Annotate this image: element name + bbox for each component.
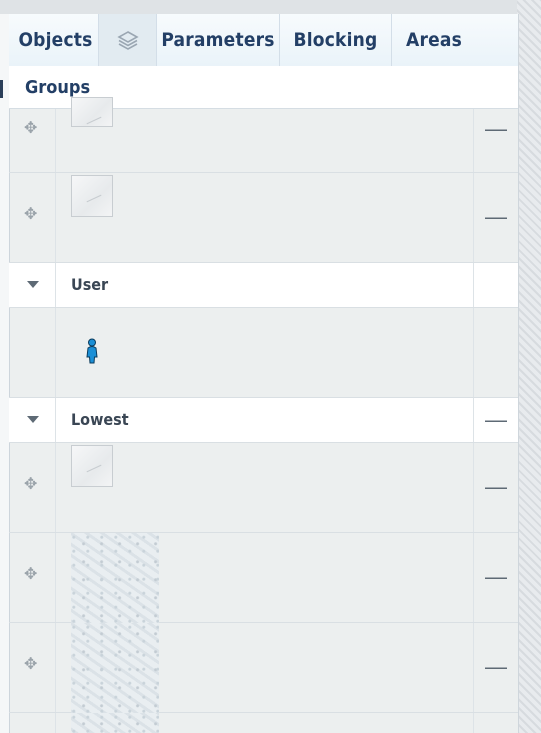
move-handle-icon[interactable]: ✥ bbox=[24, 567, 40, 583]
tab-areas[interactable]: Areas bbox=[392, 14, 476, 66]
move-handle-icon[interactable]: ✥ bbox=[24, 121, 40, 137]
tab-objects[interactable]: Objects bbox=[9, 14, 99, 66]
groups-title: Groups bbox=[25, 76, 91, 98]
layer-row[interactable]: ✥ — bbox=[9, 623, 518, 713]
caret-down-icon[interactable] bbox=[27, 281, 39, 288]
left-edge-marker bbox=[0, 80, 3, 98]
layer-row[interactable]: ✥ — bbox=[9, 97, 518, 173]
drag-cell: ✥ bbox=[9, 109, 56, 172]
object-thumbnail bbox=[71, 97, 113, 127]
caret-cell bbox=[9, 398, 56, 442]
drag-cell bbox=[9, 308, 56, 397]
tab-layers[interactable] bbox=[99, 14, 157, 66]
group-label: User bbox=[71, 275, 109, 294]
move-handle-icon[interactable]: ✥ bbox=[24, 657, 40, 673]
tab-bar: Objects Parameters Blocking Areas bbox=[9, 14, 518, 67]
texture-thumbnail bbox=[71, 623, 159, 713]
caret-down-icon[interactable] bbox=[27, 416, 39, 423]
tab-blocking[interactable]: Blocking bbox=[280, 14, 392, 66]
remove-button[interactable]: — bbox=[474, 476, 518, 498]
texture-thumbnail bbox=[71, 713, 159, 733]
group-label: Lowest bbox=[71, 410, 129, 429]
remove-button[interactable]: — bbox=[474, 656, 518, 678]
layer-row[interactable]: ✥ — bbox=[9, 443, 518, 533]
group-action-cell bbox=[473, 263, 518, 307]
caret-cell bbox=[9, 263, 56, 307]
user-icon bbox=[86, 338, 98, 364]
remove-cell: — bbox=[473, 109, 518, 172]
remove-button[interactable]: — bbox=[474, 118, 518, 140]
remove-cell bbox=[473, 308, 518, 397]
background-texture bbox=[517, 0, 541, 733]
texture-thumbnail bbox=[71, 533, 159, 623]
layer-row[interactable]: ✥ — bbox=[9, 173, 518, 263]
layer-row[interactable] bbox=[9, 713, 518, 733]
drag-cell: ✥ bbox=[9, 443, 56, 532]
remove-button[interactable]: — bbox=[474, 206, 518, 228]
drag-cell: ✥ bbox=[9, 173, 56, 262]
drag-cell: ✥ bbox=[9, 533, 56, 622]
layers-panel: Objects Parameters Blocking Areas Groups… bbox=[0, 14, 519, 733]
remove-cell: — bbox=[473, 623, 518, 712]
tab-parameters[interactable]: Parameters bbox=[157, 14, 280, 66]
object-thumbnail bbox=[71, 175, 113, 217]
group-row-lowest[interactable]: Lowest — bbox=[9, 398, 518, 443]
group-row-user[interactable]: User bbox=[9, 263, 518, 308]
remove-button[interactable]: — bbox=[474, 566, 518, 588]
top-strip bbox=[0, 0, 541, 14]
remove-cell: — bbox=[473, 173, 518, 262]
remove-cell: — bbox=[473, 533, 518, 622]
remove-cell: — bbox=[473, 398, 518, 442]
layers-icon bbox=[116, 31, 139, 50]
remove-cell bbox=[473, 713, 518, 733]
remove-button[interactable]: — bbox=[474, 409, 518, 431]
layer-row[interactable] bbox=[9, 308, 518, 398]
drag-cell bbox=[9, 713, 56, 733]
move-handle-icon[interactable]: ✥ bbox=[24, 477, 40, 493]
drag-cell: ✥ bbox=[9, 623, 56, 712]
layer-row[interactable]: ✥ — bbox=[9, 533, 518, 623]
object-thumbnail bbox=[71, 445, 113, 487]
move-handle-icon[interactable]: ✥ bbox=[24, 207, 40, 223]
remove-cell: — bbox=[473, 443, 518, 532]
